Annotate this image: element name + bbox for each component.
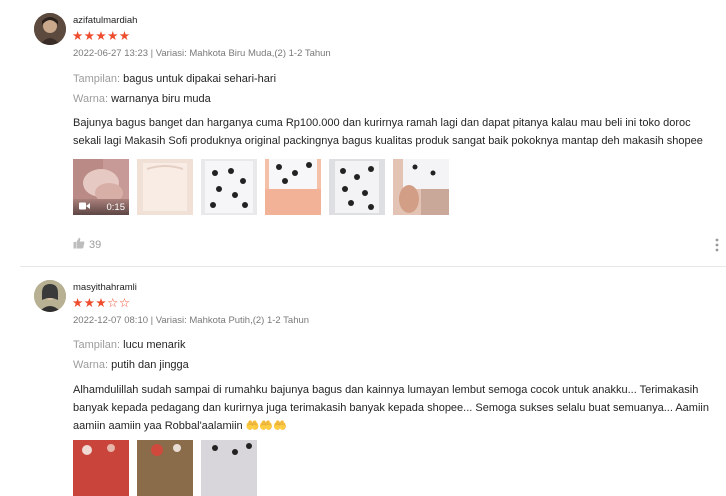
- media-gallery: 0:15: [73, 159, 449, 215]
- attribute-appearance: Tampilan: bagus untuk dipakai sehari-har…: [73, 73, 276, 85]
- review-meta: 2022-06-27 13:23 | Variasi: Mahkota Biru…: [73, 48, 331, 59]
- attribute-color: Warna: warnanya biru muda: [73, 93, 211, 105]
- empty-stars: ☆☆: [107, 296, 131, 310]
- attribute-value: putih dan jingga: [111, 359, 189, 371]
- review-photo[interactable]: [201, 159, 257, 215]
- attribute-color: Warna: putih dan jingga: [73, 359, 189, 371]
- video-duration: 0:15: [106, 201, 126, 213]
- review-photo[interactable]: [201, 440, 257, 496]
- rating-stars: ★★★☆☆: [72, 296, 131, 310]
- attribute-value: bagus untuk dipakai sehari-hari: [123, 73, 277, 85]
- review-item: azifatulmardiah ★★★★★ 2022-06-27 13:23 |…: [0, 0, 726, 266]
- attribute-key: Tampilan:: [73, 339, 121, 351]
- like-button[interactable]: 39: [73, 237, 101, 252]
- review-photo[interactable]: [329, 159, 385, 215]
- attribute-appearance: Tampilan: lucu menarik: [73, 339, 186, 351]
- video-camera-icon: [79, 202, 90, 213]
- avatar[interactable]: [34, 280, 66, 312]
- attribute-key: Tampilan:: [73, 73, 121, 85]
- rating-stars: ★★★★★: [72, 29, 131, 43]
- review-photo[interactable]: [393, 159, 449, 215]
- video-badge: 0:15: [73, 199, 129, 215]
- username[interactable]: azifatulmardiah: [73, 15, 137, 26]
- review-photo[interactable]: [265, 159, 321, 215]
- more-options-icon[interactable]: [715, 238, 719, 257]
- avatar[interactable]: [34, 13, 66, 45]
- media-gallery: [73, 440, 257, 496]
- video-thumbnail[interactable]: 0:15: [73, 159, 129, 215]
- like-count: 39: [89, 238, 102, 251]
- review-comment: Bajunya bagus banget dan harganya cuma R…: [73, 117, 703, 147]
- review-comment: Alhamdulillah sudah sampai di rumahku ba…: [73, 384, 709, 432]
- attribute-key: Warna:: [73, 93, 109, 105]
- filled-stars: ★★★: [72, 296, 108, 310]
- attribute-value: lucu menarik: [123, 339, 186, 351]
- username[interactable]: masyithahramli: [73, 282, 137, 293]
- attribute-key: Warna:: [73, 359, 109, 371]
- review-meta: 2022-12-07 08:10 | Variasi: Mahkota Puti…: [73, 315, 310, 326]
- review-photo[interactable]: [73, 440, 129, 496]
- attribute-value: warnanya biru muda: [111, 93, 211, 105]
- thumbs-up-icon: [73, 237, 85, 252]
- review-item: masyithahramli ★★★☆☆ 2022-12-07 08:10 | …: [0, 267, 726, 496]
- review-photo[interactable]: [137, 440, 193, 496]
- review-photo[interactable]: [137, 159, 193, 215]
